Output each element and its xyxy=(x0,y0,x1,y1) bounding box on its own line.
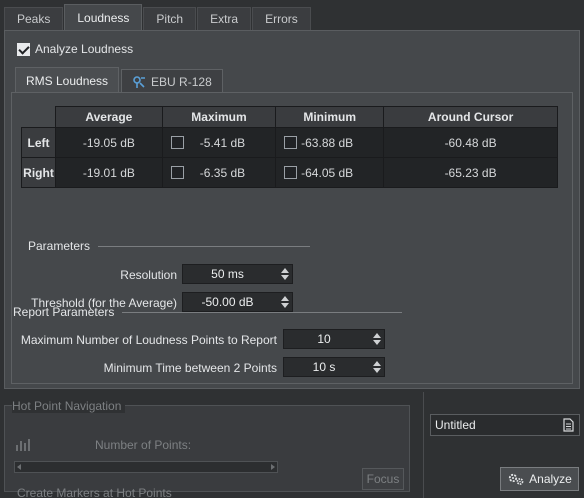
tab-errors[interactable]: Errors xyxy=(252,7,311,31)
col-header-average: Average xyxy=(55,106,163,128)
preset-panel: Untitled Analyze xyxy=(423,392,584,498)
right-minimum: -64.05 dB xyxy=(301,166,354,180)
parameters-title: Parameters xyxy=(28,239,91,253)
report-title: Report Parameters xyxy=(13,305,115,319)
min-time-value: 10 s xyxy=(312,360,336,374)
parameters-group-title: Parameters xyxy=(28,239,311,253)
subtab-ebu-label: EBU R-128 xyxy=(151,74,212,89)
max-points-label: Maximum Number of Loudness Points to Rep… xyxy=(20,333,277,347)
resolution-stepper[interactable] xyxy=(278,265,292,283)
left-maximum-cell: -5.41 dB xyxy=(161,127,277,158)
ebu-meter-icon xyxy=(133,75,146,88)
table-row: Right -19.01 dB -6.35 dB -64.05 dB -65.2… xyxy=(21,157,558,188)
max-points-stepper[interactable] xyxy=(370,330,384,348)
hot-points-icon xyxy=(16,439,30,451)
right-minimum-checkbox[interactable] xyxy=(284,166,298,179)
left-maximum-checkbox[interactable] xyxy=(170,136,184,149)
min-time-stepper[interactable] xyxy=(370,358,384,376)
row-label-left: Left xyxy=(21,127,56,158)
max-points-value: 10 xyxy=(317,332,331,346)
subtab-rms-label: RMS Loudness xyxy=(26,73,109,88)
left-minimum-cell: -63.88 dB xyxy=(275,127,385,158)
table-row: Left -19.05 dB -5.41 dB -63.88 dB -60.48… xyxy=(21,127,558,158)
main-tab-bar: Peaks Loudness Pitch Extra Errors xyxy=(4,4,312,31)
right-minimum-cell: -64.05 dB xyxy=(275,157,385,188)
loudness-panel: Analyze Loudness RMS Loudness EBU R-128 … xyxy=(4,30,580,389)
loudness-subtab-bar: RMS Loudness EBU R-128 xyxy=(15,67,225,93)
resolution-label: Resolution xyxy=(120,268,177,282)
analyze-loudness-checkbox[interactable] xyxy=(17,42,30,56)
arrow-down-icon xyxy=(373,340,381,345)
left-minimum-checkbox[interactable] xyxy=(284,136,298,149)
arrow-down-icon xyxy=(373,368,381,373)
tab-loudness[interactable]: Loudness xyxy=(64,4,143,31)
right-maximum-cell: -6.35 dB xyxy=(161,157,277,188)
hot-point-slider[interactable] xyxy=(14,461,278,473)
arrow-up-icon xyxy=(373,333,381,338)
slider-left-icon xyxy=(17,464,21,470)
col-header-around-cursor: Around Cursor xyxy=(383,106,558,128)
tab-extra[interactable]: Extra xyxy=(197,7,252,31)
document-icon[interactable] xyxy=(563,418,574,432)
arrow-up-icon xyxy=(281,296,289,301)
report-group-title: Report Parameters xyxy=(13,305,403,319)
left-maximum: -5.41 dB xyxy=(199,136,246,150)
arrow-up-icon xyxy=(373,361,381,366)
right-around-cursor: -65.23 dB xyxy=(383,157,558,188)
left-around-cursor: -60.48 dB xyxy=(383,127,558,158)
subtab-rms-loudness[interactable]: RMS Loudness xyxy=(15,67,120,93)
col-header-maximum: Maximum xyxy=(161,106,277,128)
right-average: -19.01 dB xyxy=(55,157,163,188)
left-average: -19.05 dB xyxy=(55,127,163,158)
hot-point-title: Hot Point Navigation xyxy=(12,399,126,413)
tab-peaks[interactable]: Peaks xyxy=(4,7,64,31)
hot-point-panel: Number of Points: Create Markers at Hot … xyxy=(2,392,420,498)
gears-icon xyxy=(509,473,524,485)
table-corner xyxy=(21,106,56,128)
max-points-spinbox[interactable]: 10 xyxy=(283,329,385,349)
preset-name: Untitled xyxy=(435,418,476,432)
arrow-up-icon xyxy=(281,268,289,273)
col-header-minimum: Minimum xyxy=(275,106,385,128)
right-maximum-checkbox[interactable] xyxy=(170,166,184,179)
slider-right-icon xyxy=(271,464,275,470)
left-minimum: -63.88 dB xyxy=(301,136,354,150)
parameters-divider xyxy=(98,245,311,247)
analyze-loudness-row[interactable]: Analyze Loudness xyxy=(17,42,133,56)
analyze-button-label: Analyze xyxy=(529,472,572,486)
create-markers-label: Create Markers at Hot Points xyxy=(17,486,172,498)
tab-pitch[interactable]: Pitch xyxy=(143,7,197,31)
analyze-loudness-label: Analyze Loudness xyxy=(35,42,134,56)
resolution-spinbox[interactable]: 50 ms xyxy=(182,264,293,284)
hot-point-group: Number of Points: Create Markers at Hot … xyxy=(4,405,410,498)
analyze-button[interactable]: Analyze xyxy=(500,467,579,491)
right-maximum: -6.35 dB xyxy=(199,166,246,180)
min-time-spinbox[interactable]: 10 s xyxy=(283,357,385,377)
min-time-label: Minimum Time between 2 Points xyxy=(103,361,277,375)
arrow-down-icon xyxy=(281,275,289,280)
subtab-ebu-r128[interactable]: EBU R-128 xyxy=(121,69,223,93)
preset-field[interactable]: Untitled xyxy=(430,414,580,436)
number-of-points-label: Number of Points: xyxy=(95,438,192,452)
focus-button[interactable]: Focus xyxy=(362,468,404,490)
loudness-table: Average Maximum Minimum Around Cursor Le… xyxy=(21,106,558,188)
resolution-value: 50 ms xyxy=(211,267,244,281)
report-divider xyxy=(122,311,403,313)
row-label-right: Right xyxy=(21,157,56,188)
